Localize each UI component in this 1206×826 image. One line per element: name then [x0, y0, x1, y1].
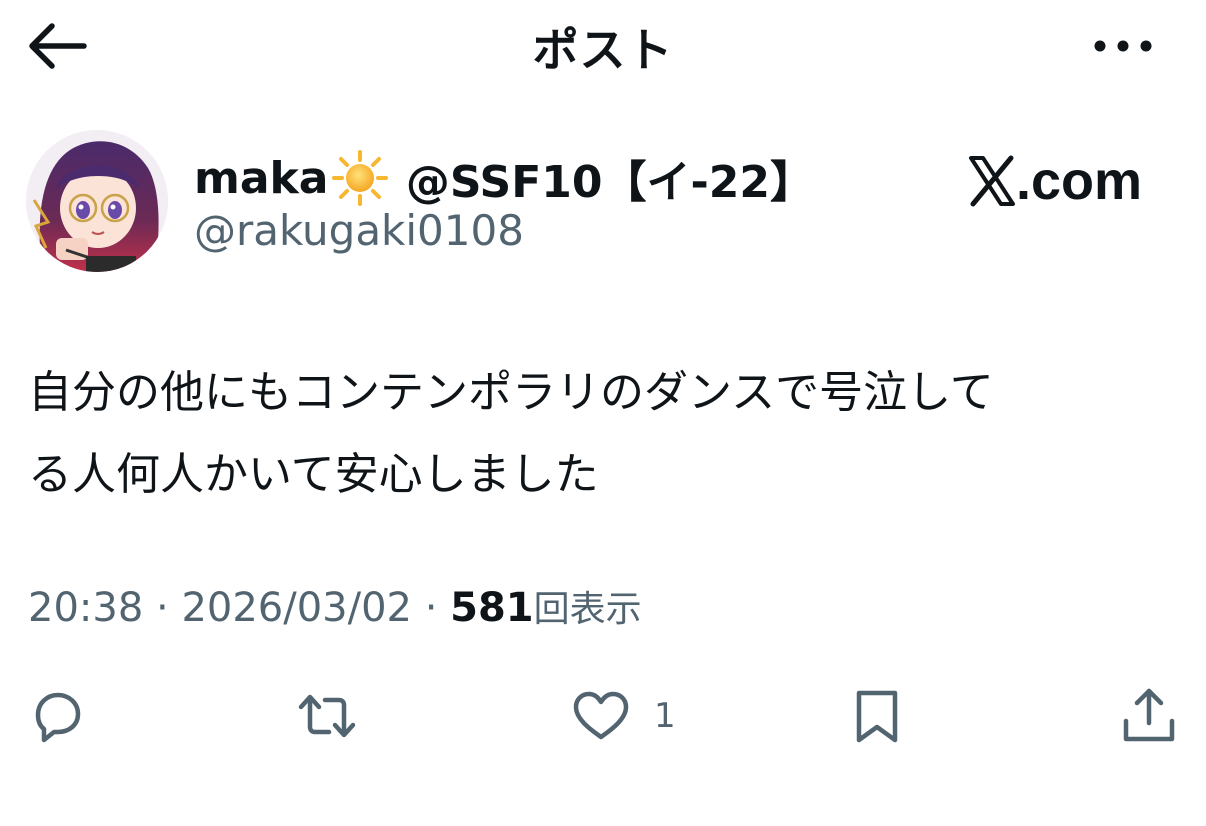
avatar[interactable] — [26, 130, 168, 272]
repost-icon — [298, 694, 356, 738]
x-logo-icon — [968, 155, 1016, 207]
share-icon — [1123, 688, 1175, 742]
reply-button[interactable] — [26, 676, 88, 756]
bookmark-icon — [856, 690, 898, 743]
views-label: 回表示 — [533, 589, 642, 630]
post-meta: 20:38 · 2026/03/02 · 581回表示 — [28, 580, 642, 632]
author-display-name[interactable]: maka @SSF10【イ-22】 — [194, 146, 814, 210]
bookmark-button[interactable] — [846, 676, 908, 756]
more-horizontal-icon — [1094, 40, 1152, 52]
display-name-text: maka — [194, 152, 329, 204]
avatar-illustration — [26, 130, 168, 272]
meta-separator: · — [156, 585, 169, 631]
reply-icon — [35, 692, 81, 743]
sun-emoji-icon — [331, 149, 389, 207]
like-button[interactable]: 1 — [570, 676, 676, 756]
share-button[interactable] — [1118, 676, 1180, 756]
post-text: 自分の他にもコンテンポラリのダンスで号泣して る人何人かいて安心しました — [28, 367, 994, 500]
like-count: 1 — [654, 696, 676, 736]
heart-icon — [573, 691, 629, 740]
watermark-text: .com — [1016, 151, 1143, 211]
watermark: .com — [968, 148, 1168, 214]
more-options-button[interactable] — [1088, 26, 1158, 66]
post-time[interactable]: 20:38 — [28, 585, 143, 631]
author-handle[interactable]: @rakugaki0108 — [194, 206, 524, 255]
views-count[interactable]: 581 — [450, 585, 534, 631]
post-date[interactable]: 2026/03/02 — [181, 585, 412, 631]
repost-button[interactable] — [296, 676, 358, 756]
meta-separator: · — [424, 585, 438, 631]
page-title: ポスト — [532, 23, 674, 77]
top-bar: ポスト — [0, 0, 1206, 92]
display-name-suffix: @SSF10【イ-22】 — [390, 157, 814, 208]
action-bar: 1 — [0, 676, 1206, 756]
